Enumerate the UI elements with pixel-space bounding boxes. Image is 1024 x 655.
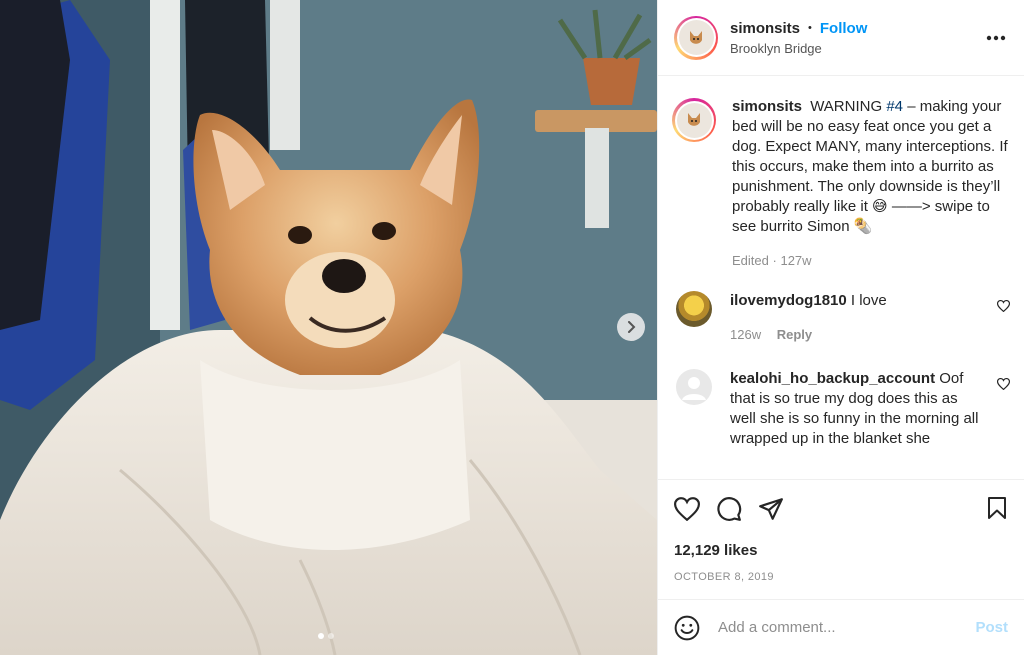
edited-label: Edited: [732, 253, 769, 268]
comments-list[interactable]: simonsits WARNING #4 – making your bed w…: [658, 77, 1024, 479]
avatar-frame: [676, 18, 716, 57]
caption-avatar[interactable]: [672, 98, 716, 142]
dog-photo: [0, 0, 657, 655]
post-actions: 12,129 likes OCTOBER 8, 2019: [658, 479, 1024, 599]
save-button[interactable]: [986, 496, 1008, 524]
commenter-avatar[interactable]: [676, 291, 712, 327]
more-horizontal-icon: [986, 35, 1006, 41]
heart-icon: [674, 497, 700, 521]
comment-body: ilovemydog1810 I love 126w Reply: [730, 291, 982, 345]
caption-body: simonsits WARNING #4 – making your bed w…: [732, 97, 1008, 271]
comment-button[interactable]: [716, 496, 742, 522]
like-button[interactable]: [674, 497, 700, 521]
comment-item: ilovemydog1810 I love 126w Reply: [658, 291, 1024, 345]
emoji-button[interactable]: [674, 615, 700, 641]
separator-dot: •: [808, 22, 812, 34]
post-comment-button[interactable]: Post: [975, 619, 1008, 636]
action-icons: [674, 480, 1008, 538]
default-avatar-icon[interactable]: [676, 369, 712, 405]
comment-username[interactable]: kealohi_ho_backup_account: [730, 370, 935, 387]
chevron-right-icon: [628, 321, 636, 333]
author-username[interactable]: simonsits: [730, 20, 800, 37]
meta-dot: ·: [772, 253, 777, 268]
heart-icon: [996, 299, 1011, 313]
post-media[interactable]: [0, 0, 657, 655]
like-comment-button[interactable]: [996, 299, 1011, 316]
comment-meta: 126w Reply: [730, 325, 982, 345]
reply-button[interactable]: Reply: [777, 327, 812, 342]
comment-icon: [717, 497, 742, 521]
caption-text-start: WARNING: [810, 98, 883, 115]
caption-meta: Edited · 127w: [732, 251, 1008, 271]
comment-age[interactable]: 126w: [730, 327, 761, 342]
carousel-dot: [328, 633, 334, 639]
share-icon: [759, 498, 783, 520]
emoji-icon: [674, 615, 700, 640]
likes-count[interactable]: 12,129 likes: [674, 542, 1008, 559]
instagram-post: simonsits • Follow Brooklyn Bridge simon…: [0, 0, 1024, 655]
post-date[interactable]: OCTOBER 8, 2019: [674, 571, 1008, 583]
post-caption: simonsits WARNING #4 – making your bed w…: [658, 77, 1024, 271]
caption-text-rest: – making your bed will be no easy feat o…: [732, 98, 1008, 235]
post-panel: simonsits • Follow Brooklyn Bridge simon…: [657, 0, 1024, 655]
follow-button[interactable]: Follow: [820, 20, 868, 37]
location-link[interactable]: Brooklyn Bridge: [730, 41, 867, 56]
next-slide-button[interactable]: [617, 313, 645, 341]
caption-username[interactable]: simonsits: [732, 98, 802, 115]
bookmark-icon: [988, 497, 1006, 519]
header-text: simonsits • Follow Brooklyn Bridge: [730, 20, 867, 56]
header-line: simonsits • Follow: [730, 20, 867, 37]
more-options-button[interactable]: [986, 24, 1006, 47]
comment-composer: Post: [658, 599, 1024, 655]
heart-icon: [996, 377, 1011, 391]
carousel-indicator: [318, 633, 334, 639]
post-header: simonsits • Follow Brooklyn Bridge: [658, 0, 1024, 76]
share-button[interactable]: [758, 497, 784, 521]
comment-item: kealohi_ho_backup_account Oof that is so…: [658, 369, 1024, 449]
comment-input[interactable]: [718, 619, 948, 636]
avatar-frame: [674, 100, 714, 140]
hashtag-link[interactable]: #4: [886, 98, 903, 115]
caption-age[interactable]: 127w: [780, 253, 811, 268]
carousel-dot-active: [318, 633, 324, 639]
comment-text: I love: [850, 292, 887, 309]
like-comment-button[interactable]: [996, 377, 1011, 394]
dog-avatar-icon: [676, 102, 712, 138]
author-avatar[interactable]: [674, 15, 718, 60]
comment-body: kealohi_ho_backup_account Oof that is so…: [730, 369, 982, 449]
comment-username[interactable]: ilovemydog1810: [730, 292, 847, 309]
dog-avatar-icon: [678, 20, 714, 55]
